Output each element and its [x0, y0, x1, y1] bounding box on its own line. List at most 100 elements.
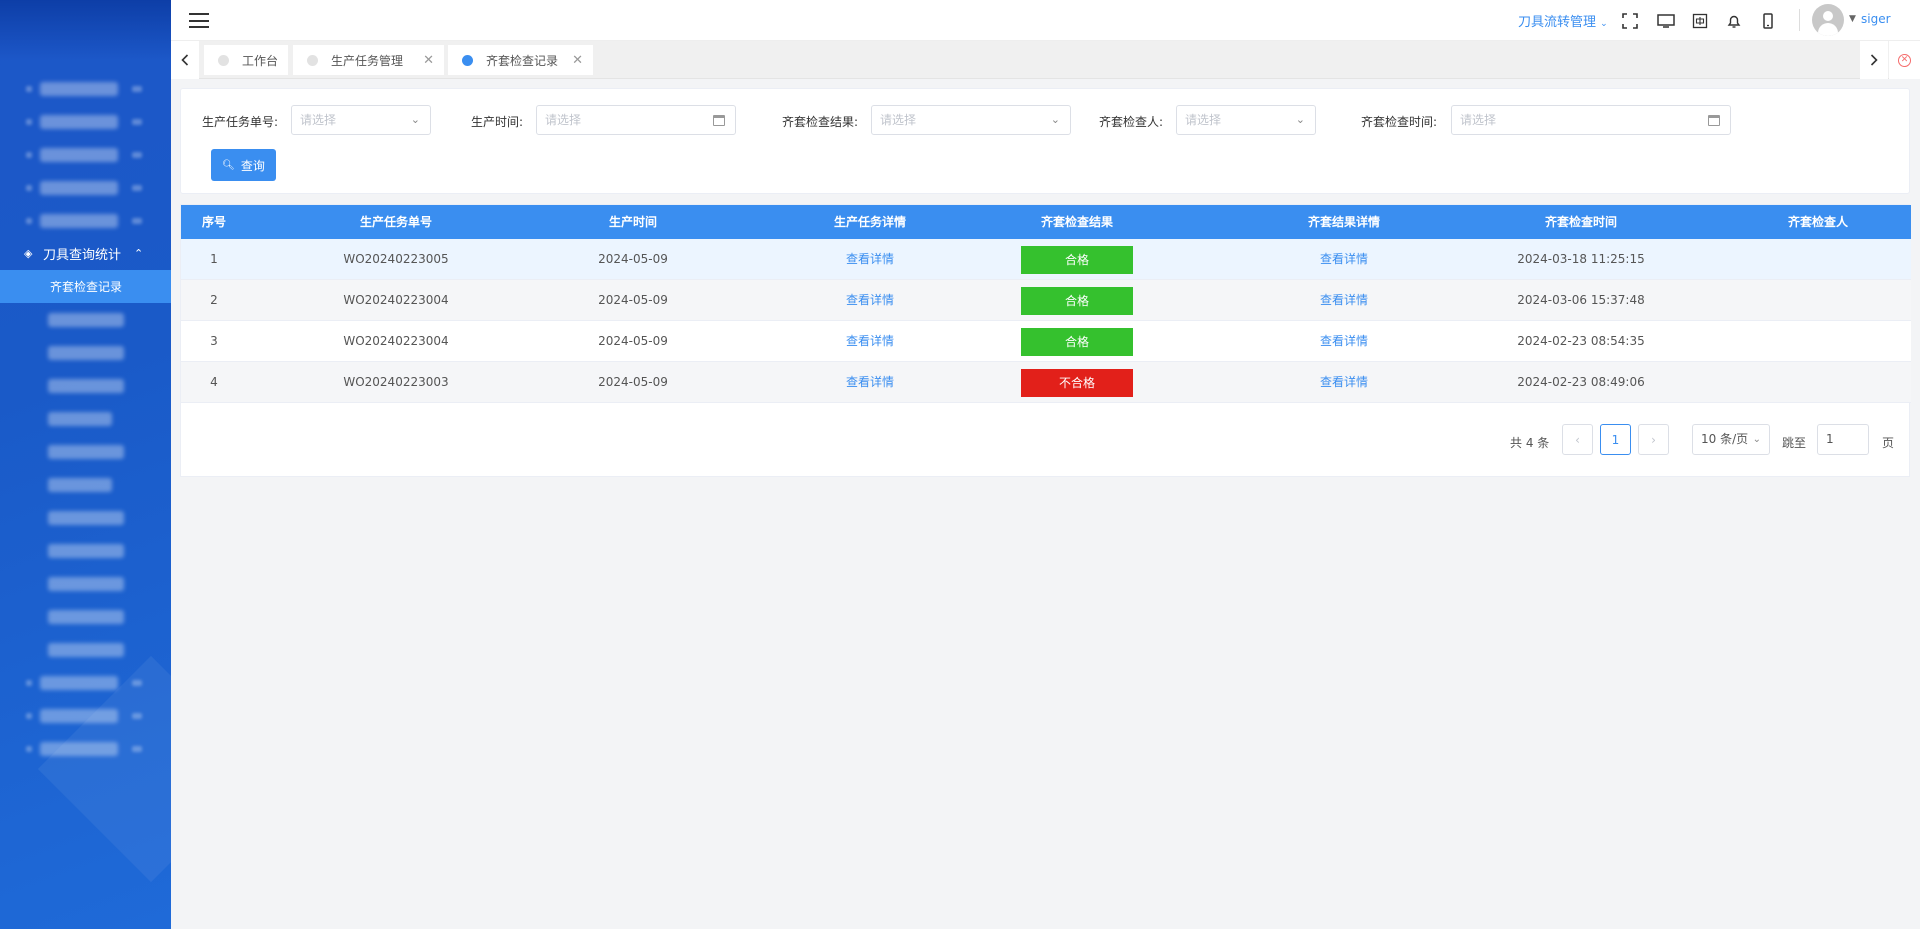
query-button[interactable]: 🔍︎ 查询	[211, 149, 276, 181]
result-badge-pass: 合格	[1021, 246, 1133, 274]
close-all-tabs-button[interactable]: ✕	[1889, 41, 1920, 79]
tab-production-task[interactable]: 生产任务管理 ✕	[293, 45, 444, 75]
sidebar-item-blurred[interactable]	[0, 72, 171, 105]
sidebar-group-tool-query[interactable]: ◈ 刀具查询统计 ⌃	[0, 237, 171, 270]
cell-index: 2	[210, 293, 218, 307]
sidebar-subitem-blurred[interactable]	[0, 534, 171, 567]
cell-check-time: 2024-02-23 08:49:06	[1517, 375, 1645, 389]
prev-page-button[interactable]: ‹	[1562, 424, 1593, 455]
cell-prod-time: 2024-05-09	[598, 334, 668, 348]
goto-page-input[interactable]: 1	[1817, 424, 1869, 455]
sidebar-item-blurred[interactable]	[0, 732, 171, 765]
result-badge-pass: 合格	[1021, 328, 1133, 356]
sidebar-item-blurred[interactable]	[0, 171, 171, 204]
header-divider	[1799, 9, 1800, 31]
cell-index: 4	[210, 375, 218, 389]
cell-task-no: WO20240223004	[343, 334, 449, 348]
chevron-right-icon: ›	[1651, 432, 1656, 447]
sidebar-subitem-blurred[interactable]	[0, 369, 171, 402]
result-placeholder: 请选择	[880, 113, 917, 127]
sidebar-subitem-blurred[interactable]	[0, 402, 171, 435]
view-task-detail-link[interactable]: 查看详情	[780, 321, 960, 362]
task-no-select[interactable]: 请选择 ⌄	[291, 105, 431, 135]
inspector-label: 齐套检查人:	[1099, 115, 1164, 129]
table-header: 序号 生产任务单号 生产时间 生产任务详情 齐套检查结果 齐套结果详情 齐套检查…	[181, 205, 1911, 239]
cell-index: 3	[210, 334, 218, 348]
chevron-left-icon[interactable]	[171, 41, 199, 79]
view-result-detail-link[interactable]: 查看详情	[1254, 239, 1434, 280]
chevron-down-icon: ⌄	[1295, 113, 1305, 126]
result-select[interactable]: 请选择 ⌄	[871, 105, 1071, 135]
inspector-select[interactable]: 请选择 ⌄	[1176, 105, 1316, 135]
language-icon[interactable]	[1691, 12, 1709, 30]
view-task-detail-link[interactable]: 查看详情	[780, 362, 960, 403]
close-icon[interactable]: ✕	[572, 53, 583, 68]
view-result-detail-link[interactable]: 查看详情	[1254, 321, 1434, 362]
view-result-detail-link[interactable]: 查看详情	[1254, 280, 1434, 321]
cell-check-time: 2024-02-23 08:54:35	[1517, 334, 1645, 348]
tab-workbench[interactable]: 工作台	[204, 45, 288, 75]
query-button-label: 查询	[240, 158, 265, 173]
menu-icon[interactable]	[189, 13, 209, 28]
page-size-select[interactable]: 10 条/页 ⌄	[1692, 424, 1770, 455]
sidebar-subitem-blurred[interactable]	[0, 600, 171, 633]
cell-index: 1	[210, 252, 218, 266]
module-switcher[interactable]: 刀具流转管理 ⌄	[1518, 11, 1608, 30]
sidebar-subitem-blurred[interactable]	[0, 633, 171, 666]
tab-status-dot	[462, 54, 473, 66]
avatar[interactable]	[1812, 4, 1844, 36]
sidebar-subitem-blurred[interactable]	[0, 336, 171, 369]
page-suffix: 页	[1882, 436, 1895, 450]
page-size-value: 10 条/页	[1701, 432, 1749, 446]
check-time-label: 齐套检查时间:	[1361, 115, 1438, 129]
prod-time-picker[interactable]: 请选择	[536, 105, 736, 135]
caret-down-icon[interactable]: ▼	[1849, 14, 1856, 24]
search-form: 生产任务单号: 请选择 ⌄ 生产时间: 请选择 齐套检查结果: 请选择 ⌄ 齐套…	[180, 88, 1910, 194]
task-no-label: 生产任务单号:	[202, 115, 279, 129]
sidebar-subitem-blurred[interactable]	[0, 567, 171, 600]
column-header: 齐套检查时间	[1544, 215, 1617, 229]
calendar-icon	[1708, 115, 1720, 126]
chevron-right-icon[interactable]	[1860, 41, 1888, 79]
sidebar-item-blurred[interactable]	[0, 699, 171, 732]
sidebar-item-blurred[interactable]	[0, 138, 171, 171]
user-name[interactable]: siger	[1861, 12, 1891, 26]
sidebar-subitem-blurred[interactable]	[0, 435, 171, 468]
chevron-left-icon: ‹	[1575, 432, 1580, 447]
table-row[interactable]: 2 WO20240223004 2024-05-09 查看详情 合格 查看详情 …	[181, 280, 1911, 321]
tab-label: 齐套检查记录	[486, 53, 559, 68]
next-page-button[interactable]: ›	[1638, 424, 1669, 455]
tab-label: 生产任务管理	[331, 53, 404, 68]
search-icon: 🔍︎	[222, 159, 235, 171]
table-row[interactable]: 4 WO20240223003 2024-05-09 查看详情 不合格 查看详情…	[181, 362, 1911, 403]
sidebar-subitem-blurred[interactable]	[0, 468, 171, 501]
close-icon[interactable]: ✕	[423, 53, 434, 68]
column-header: 齐套结果详情	[1307, 215, 1380, 229]
sidebar-item-blurred[interactable]	[0, 666, 171, 699]
cell-prod-time: 2024-05-09	[598, 252, 668, 266]
fullscreen-icon[interactable]	[1621, 12, 1639, 30]
chevron-down-icon: ⌄	[1600, 19, 1608, 29]
sidebar-item-blurred[interactable]	[0, 105, 171, 138]
table-row[interactable]: 1 WO20240223005 2024-05-09 查看详情 合格 查看详情 …	[181, 239, 1911, 280]
view-task-detail-link[interactable]: 查看详情	[780, 239, 960, 280]
check-time-picker[interactable]: 请选择	[1451, 105, 1731, 135]
chevron-down-icon: ⌄	[1752, 434, 1761, 445]
sidebar-subitem-blurred[interactable]	[0, 303, 171, 336]
table-row[interactable]: 3 WO20240223004 2024-05-09 查看详情 合格 查看详情 …	[181, 321, 1911, 362]
sidebar-item-blurred[interactable]	[0, 204, 171, 237]
view-result-detail-link[interactable]: 查看详情	[1254, 362, 1434, 403]
view-task-detail-link[interactable]: 查看详情	[780, 280, 960, 321]
layers-icon: ◈	[24, 247, 33, 260]
sidebar-subitem-blurred[interactable]	[0, 501, 171, 534]
tab-kit-check-record[interactable]: 齐套检查记录 ✕	[448, 45, 593, 75]
monitor-icon[interactable]	[1657, 12, 1675, 30]
page-number-button[interactable]: 1	[1600, 424, 1631, 455]
sidebar-item-kit-check-record[interactable]: 齐套检查记录	[0, 270, 171, 303]
mobile-icon[interactable]	[1759, 12, 1777, 30]
sidebar: ◈ 刀具查询统计 ⌃ 齐套检查记录	[0, 0, 171, 929]
bell-icon[interactable]	[1725, 12, 1743, 30]
result-badge-pass: 合格	[1021, 287, 1133, 315]
column-header: 齐套检查人	[1787, 215, 1848, 229]
cell-check-time: 2024-03-18 11:25:15	[1517, 252, 1645, 266]
